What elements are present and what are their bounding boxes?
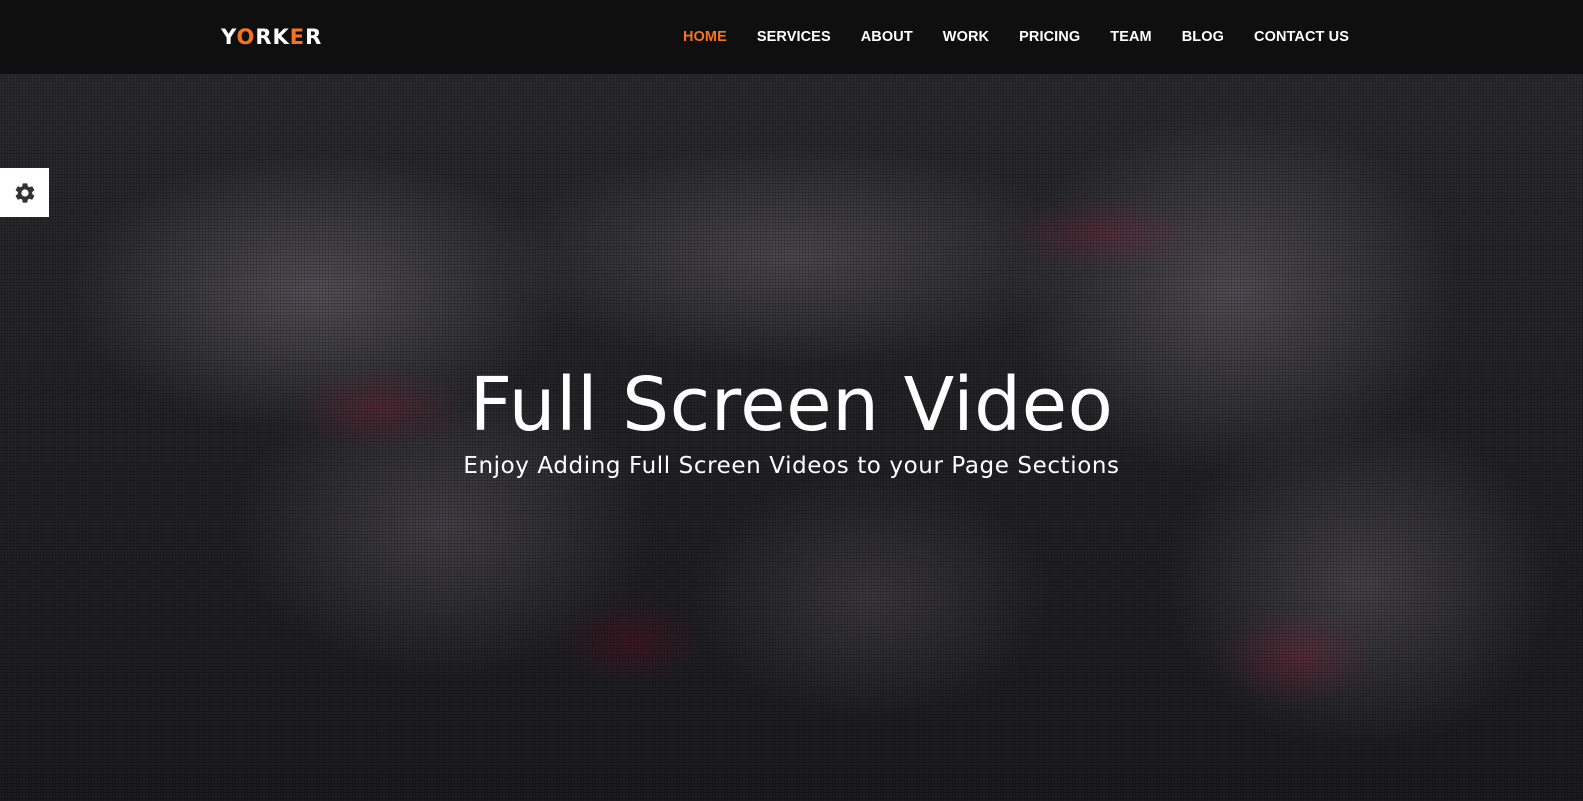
- logo-part: E: [289, 25, 306, 49]
- nav-item-team: TEAM: [1110, 28, 1151, 46]
- logo-part: O: [236, 25, 256, 49]
- hero-title: Full Screen Video: [469, 362, 1114, 448]
- nav-link-work[interactable]: WORK: [943, 29, 989, 45]
- nav-item-about: ABOUT: [861, 28, 913, 46]
- main-nav: HOME SERVICES ABOUT WORK PRICING TEAM BL…: [653, 0, 1349, 74]
- nav-link-contact[interactable]: CONTACT US: [1254, 29, 1349, 45]
- hero-subtitle: Enjoy Adding Full Screen Videos to your …: [463, 453, 1120, 479]
- nav-item-work: WORK: [943, 28, 989, 46]
- gear-icon: [15, 182, 34, 203]
- nav-item-blog: BLOG: [1182, 28, 1224, 46]
- nav-link-blog[interactable]: BLOG: [1182, 29, 1224, 45]
- logo-part: R: [305, 25, 323, 49]
- nav-link-home[interactable]: HOME: [683, 29, 727, 45]
- nav-link-services[interactable]: SERVICES: [757, 29, 831, 45]
- nav-item-home: HOME: [683, 28, 727, 46]
- nav-link-about[interactable]: ABOUT: [861, 29, 913, 45]
- settings-toggle-button[interactable]: [0, 168, 49, 217]
- navbar: YORKER HOME SERVICES ABOUT WORK PRICING …: [0, 0, 1583, 74]
- nav-item-pricing: PRICING: [1019, 28, 1080, 46]
- nav-link-pricing[interactable]: PRICING: [1019, 29, 1080, 45]
- hero-video-section: Full Screen Video Enjoy Adding Full Scre…: [0, 74, 1583, 801]
- hero-text: Full Screen Video Enjoy Adding Full Scre…: [0, 363, 1583, 481]
- logo[interactable]: YORKER: [221, 25, 322, 49]
- nav-link-team[interactable]: TEAM: [1110, 29, 1151, 45]
- nav-item-contact: CONTACT US: [1254, 28, 1349, 46]
- logo-part: Y: [221, 25, 237, 49]
- logo-part: RK: [255, 25, 290, 49]
- nav-item-services: SERVICES: [757, 28, 831, 46]
